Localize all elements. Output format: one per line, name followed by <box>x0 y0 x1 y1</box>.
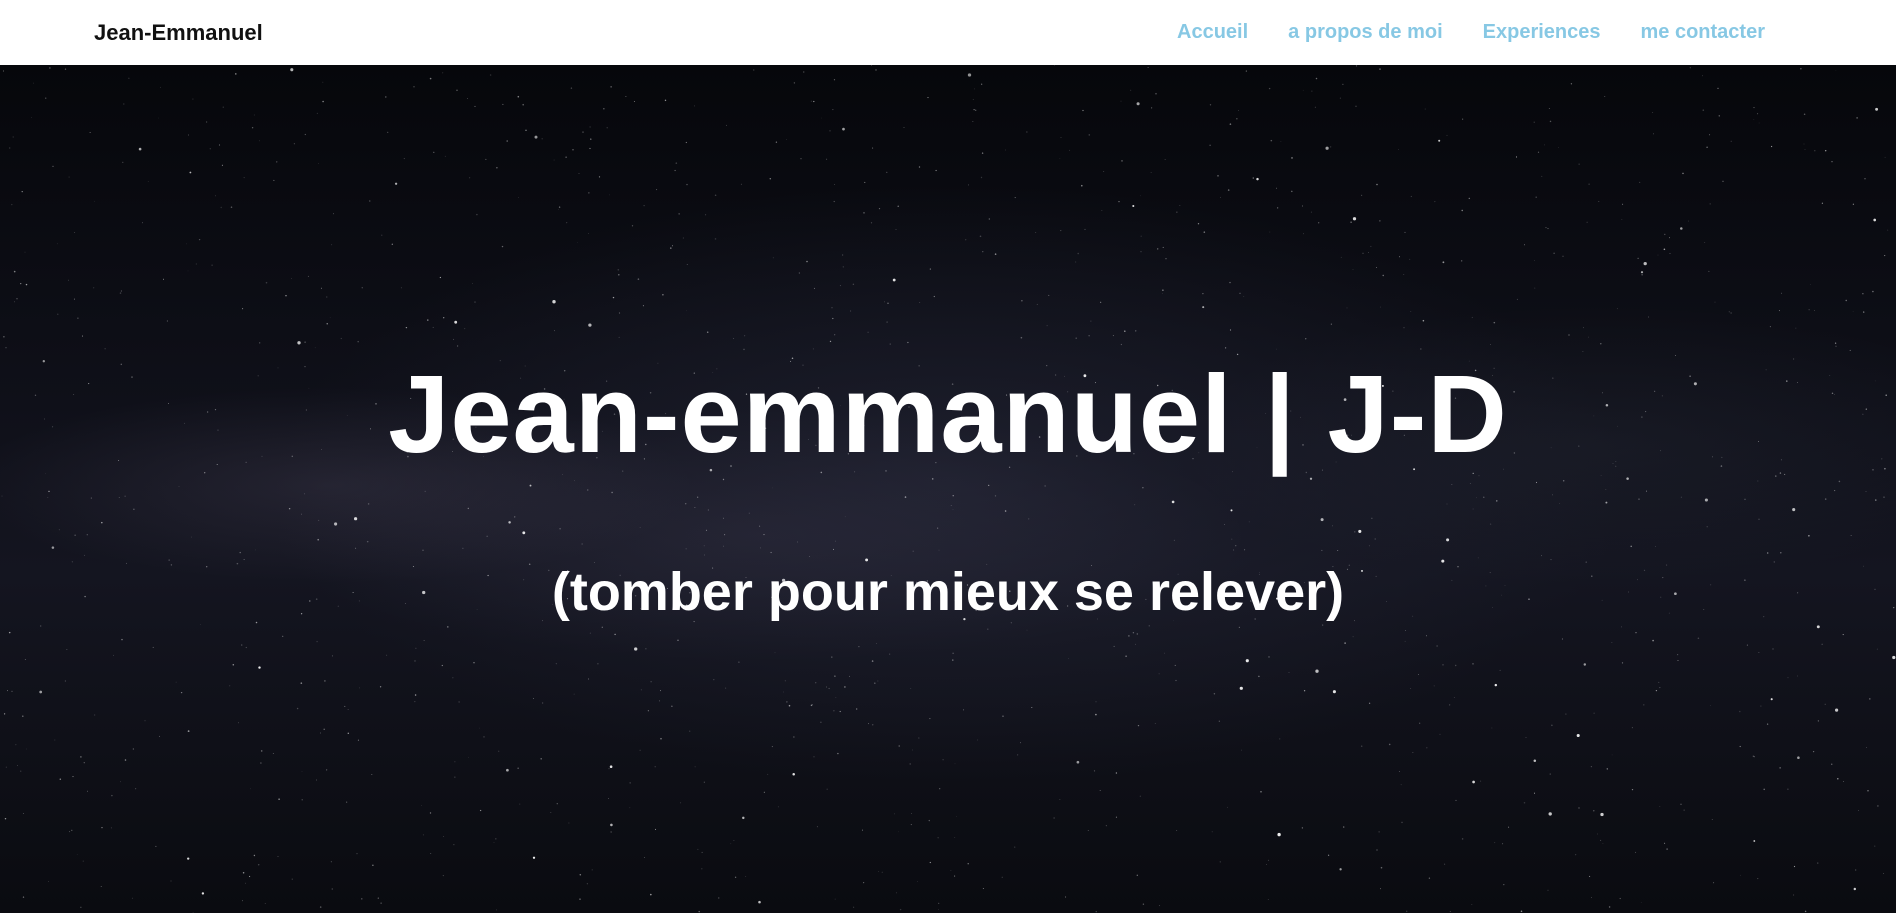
nav-item-contact: me contacter <box>1641 21 1766 44</box>
hero-content: Jean-emmanuel | J-D (tomber pour mieux s… <box>0 65 1896 913</box>
nav-menu: Accueil a propos de moi Experiences me c… <box>1177 21 1765 44</box>
hero-subtitle: (tomber pour mieux se relever) <box>551 562 1345 622</box>
brand-link[interactable]: Jean-Emmanuel <box>94 20 263 46</box>
nav-link-experiences[interactable]: Experiences <box>1483 21 1601 43</box>
nav-link-contact[interactable]: me contacter <box>1641 21 1766 43</box>
nav-link-a-propos[interactable]: a propos de moi <box>1288 21 1442 43</box>
nav-link-accueil[interactable]: Accueil <box>1177 21 1248 43</box>
top-navbar: Jean-Emmanuel Accueil a propos de moi Ex… <box>0 0 1896 65</box>
nav-item-a-propos: a propos de moi <box>1288 21 1442 44</box>
nav-item-accueil: Accueil <box>1177 21 1248 44</box>
hero-section: Jean-emmanuel | J-D (tomber pour mieux s… <box>0 65 1896 913</box>
nav-item-experiences: Experiences <box>1483 21 1601 44</box>
hero-title: Jean-emmanuel | J-D <box>388 353 1508 476</box>
